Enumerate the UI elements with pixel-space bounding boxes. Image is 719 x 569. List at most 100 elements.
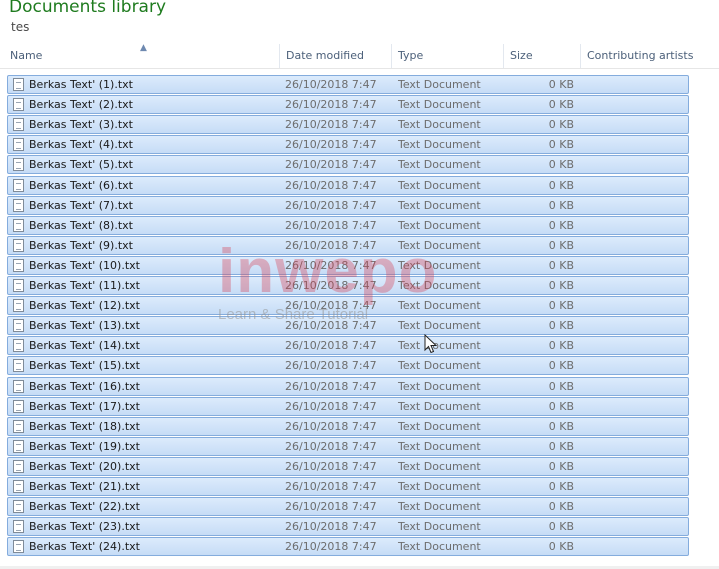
text-file-icon	[13, 480, 24, 493]
file-row[interactable]: Berkas Text' (4).txt 26/10/2018 7:47 Text …	[7, 135, 689, 154]
text-file-icon	[13, 259, 24, 272]
file-row[interactable]: Berkas Text' (16).txt 26/10/2018 7:47 Text…	[7, 377, 689, 396]
text-file-icon	[13, 138, 24, 151]
file-size: 0 KB	[548, 440, 574, 453]
file-size: 0 KB	[548, 78, 574, 91]
file-date-modified: 26/10/2018 7:47	[285, 440, 377, 453]
text-file-icon	[13, 339, 24, 352]
file-row[interactable]: Berkas Text' (14).txt 26/10/2018 7:47 Text…	[7, 336, 689, 355]
file-row[interactable]: Berkas Text' (18).txt 26/10/2018 7:47 Text…	[7, 417, 689, 436]
file-date-modified: 26/10/2018 7:47	[285, 400, 377, 413]
file-date-modified: 26/10/2018 7:47	[285, 239, 377, 252]
file-date-modified: 26/10/2018 7:47	[285, 540, 377, 553]
file-row[interactable]: Berkas Text' (9).txt 26/10/2018 7:47 Text …	[7, 236, 689, 255]
file-type: Text Document	[398, 500, 481, 513]
file-row[interactable]: Berkas Text' (8).txt 26/10/2018 7:47 Text …	[7, 216, 689, 235]
file-type: Text Document	[398, 540, 481, 553]
library-subtitle[interactable]: tes	[11, 20, 29, 34]
file-type: Text Document	[398, 78, 481, 91]
file-row[interactable]: Berkas Text' (13).txt 26/10/2018 7:47 Text…	[7, 316, 689, 335]
file-name: Berkas Text' (19).txt	[29, 440, 140, 453]
file-size: 0 KB	[548, 279, 574, 292]
column-header-name-label: Name	[10, 49, 43, 62]
file-date-modified: 26/10/2018 7:47	[285, 460, 377, 473]
file-name: Berkas Text' (5).txt	[29, 158, 133, 171]
text-file-icon	[13, 179, 24, 192]
text-file-icon	[13, 460, 24, 473]
file-row[interactable]: Berkas Text' (23).txt 26/10/2018 7:47 Text…	[7, 517, 689, 536]
file-name: Berkas Text' (20).txt	[29, 460, 140, 473]
file-type: Text Document	[398, 339, 481, 352]
column-header-bar: ▲ Name Date modified Type Size Contribut…	[0, 43, 719, 69]
file-date-modified: 26/10/2018 7:47	[285, 219, 377, 232]
file-size: 0 KB	[548, 359, 574, 372]
file-row[interactable]: Berkas Text' (21).txt 26/10/2018 7:47 Text…	[7, 477, 689, 496]
text-file-icon	[13, 500, 24, 513]
file-row[interactable]: Berkas Text' (6).txt 26/10/2018 7:47 Text …	[7, 176, 689, 195]
file-row[interactable]: Berkas Text' (1).txt 26/10/2018 7:47 Text …	[7, 75, 689, 94]
file-name: Berkas Text' (6).txt	[29, 179, 133, 192]
file-row[interactable]: Berkas Text' (19).txt 26/10/2018 7:47 Text…	[7, 437, 689, 456]
file-name: Berkas Text' (13).txt	[29, 319, 140, 332]
column-header-artists-label: Contributing artists	[587, 49, 694, 62]
column-header-size[interactable]: Size	[504, 44, 581, 68]
column-header-type[interactable]: Type	[392, 44, 504, 68]
file-type: Text Document	[398, 199, 481, 212]
file-row[interactable]: Berkas Text' (12).txt 26/10/2018 7:47 Text…	[7, 296, 689, 315]
file-type: Text Document	[398, 420, 481, 433]
file-name: Berkas Text' (17).txt	[29, 400, 140, 413]
file-row[interactable]: Berkas Text' (24).txt 26/10/2018 7:47 Text…	[7, 537, 689, 556]
file-date-modified: 26/10/2018 7:47	[285, 299, 377, 312]
mouse-pointer-icon	[424, 334, 438, 354]
file-row[interactable]: Berkas Text' (11).txt 26/10/2018 7:47 Text…	[7, 276, 689, 295]
file-type: Text Document	[398, 179, 481, 192]
file-row[interactable]: Berkas Text' (3).txt 26/10/2018 7:47 Text …	[7, 115, 689, 134]
file-row[interactable]: Berkas Text' (10).txt 26/10/2018 7:47 Text…	[7, 256, 689, 275]
file-size: 0 KB	[548, 199, 574, 212]
file-row[interactable]: Berkas Text' (20).txt 26/10/2018 7:47 Text…	[7, 457, 689, 476]
file-type: Text Document	[398, 138, 481, 151]
file-row[interactable]: Berkas Text' (15).txt 26/10/2018 7:47 Text…	[7, 356, 689, 375]
file-name: Berkas Text' (23).txt	[29, 520, 140, 533]
file-row[interactable]: Berkas Text' (22).txt 26/10/2018 7:47 Text…	[7, 497, 689, 516]
file-size: 0 KB	[548, 400, 574, 413]
file-name: Berkas Text' (22).txt	[29, 500, 140, 513]
file-type: Text Document	[398, 520, 481, 533]
text-file-icon	[13, 199, 24, 212]
column-header-name[interactable]: ▲ Name	[4, 43, 280, 68]
file-name: Berkas Text' (8).txt	[29, 219, 133, 232]
file-size: 0 KB	[548, 299, 574, 312]
file-row[interactable]: Berkas Text' (7).txt 26/10/2018 7:47 Text …	[7, 196, 689, 215]
file-size: 0 KB	[548, 480, 574, 493]
file-type: Text Document	[398, 359, 481, 372]
file-name: Berkas Text' (24).txt	[29, 540, 140, 553]
file-type: Text Document	[398, 219, 481, 232]
file-name: Berkas Text' (21).txt	[29, 480, 140, 493]
file-name: Berkas Text' (4).txt	[29, 138, 133, 151]
file-type: Text Document	[398, 98, 481, 111]
file-date-modified: 26/10/2018 7:47	[285, 98, 377, 111]
file-size: 0 KB	[548, 219, 574, 232]
file-row[interactable]: Berkas Text' (17).txt 26/10/2018 7:47 Text…	[7, 397, 689, 416]
file-row[interactable]: Berkas Text' (5).txt 26/10/2018 7:47 Text …	[7, 155, 689, 174]
file-size: 0 KB	[548, 520, 574, 533]
text-file-icon	[13, 319, 24, 332]
file-type: Text Document	[398, 440, 481, 453]
file-type: Text Document	[398, 239, 481, 252]
file-date-modified: 26/10/2018 7:47	[285, 420, 377, 433]
column-header-size-label: Size	[510, 49, 533, 62]
file-date-modified: 26/10/2018 7:47	[285, 520, 377, 533]
file-type: Text Document	[398, 279, 481, 292]
file-type: Text Document	[398, 480, 481, 493]
text-file-icon	[13, 359, 24, 372]
file-name: Berkas Text' (9).txt	[29, 239, 133, 252]
column-header-date-modified[interactable]: Date modified	[280, 44, 392, 68]
file-type: Text Document	[398, 158, 481, 171]
text-file-icon	[13, 279, 24, 292]
file-date-modified: 26/10/2018 7:47	[285, 339, 377, 352]
file-row[interactable]: Berkas Text' (2).txt 26/10/2018 7:47 Text …	[7, 95, 689, 114]
column-header-contributing-artists[interactable]: Contributing artists	[581, 44, 701, 68]
library-header: Documents library tes	[0, 0, 719, 44]
file-name: Berkas Text' (12).txt	[29, 299, 140, 312]
file-date-modified: 26/10/2018 7:47	[285, 158, 377, 171]
